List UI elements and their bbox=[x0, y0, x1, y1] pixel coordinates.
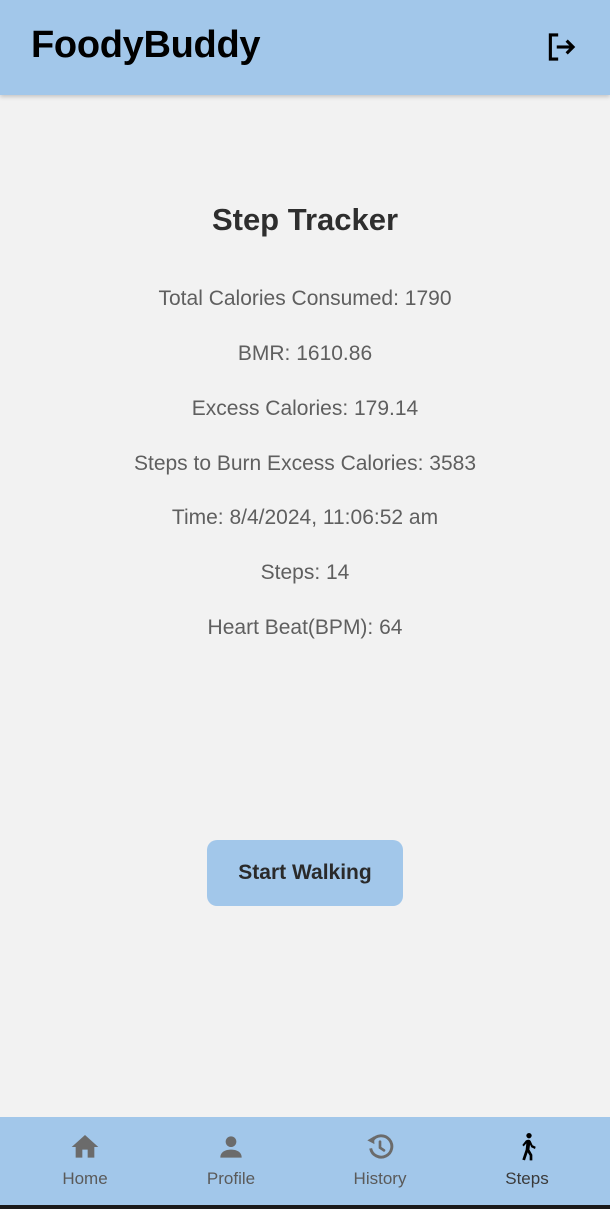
nav-label-home: Home bbox=[62, 1169, 108, 1188]
nav-item-steps[interactable]: Steps bbox=[467, 1117, 587, 1205]
walking-icon bbox=[522, 1133, 536, 1161]
logout-icon bbox=[548, 33, 576, 61]
history-icon bbox=[367, 1134, 394, 1159]
bottom-navigation: Home Profile History Steps bbox=[0, 1117, 610, 1205]
nav-item-history[interactable]: History bbox=[320, 1117, 440, 1205]
steps-to-burn-text: Steps to Burn Excess Calories: 3583 bbox=[133, 452, 476, 475]
nav-label-profile: Profile bbox=[206, 1169, 256, 1188]
app-bar: FoodyBuddy bbox=[0, 0, 610, 95]
nav-item-profile[interactable]: Profile bbox=[171, 1117, 291, 1205]
excess-calories-text: Excess Calories: 179.14 bbox=[191, 397, 419, 420]
logout-button[interactable] bbox=[543, 29, 579, 65]
steps-count-text: Steps: 14 bbox=[260, 561, 350, 584]
nav-label-history: History bbox=[353, 1169, 407, 1188]
app-title: FoodyBuddy bbox=[31, 24, 261, 66]
total-calories-text: Total Calories Consumed: 1790 bbox=[158, 287, 452, 310]
bmr-text: BMR: 1610.86 bbox=[237, 342, 373, 365]
time-text: Time: 8/4/2024, 11:06:52 am bbox=[171, 506, 439, 529]
heart-beat-text: Heart Beat(BPM): 64 bbox=[207, 616, 403, 639]
nav-label-steps: Steps bbox=[505, 1169, 549, 1188]
person-icon bbox=[220, 1136, 242, 1158]
home-icon bbox=[71, 1135, 99, 1158]
system-bottom-edge bbox=[0, 1205, 610, 1209]
nav-item-home[interactable]: Home bbox=[25, 1117, 145, 1205]
start-walking-button[interactable]: Start Walking bbox=[207, 840, 403, 906]
page-title: Step Tracker bbox=[211, 202, 399, 237]
